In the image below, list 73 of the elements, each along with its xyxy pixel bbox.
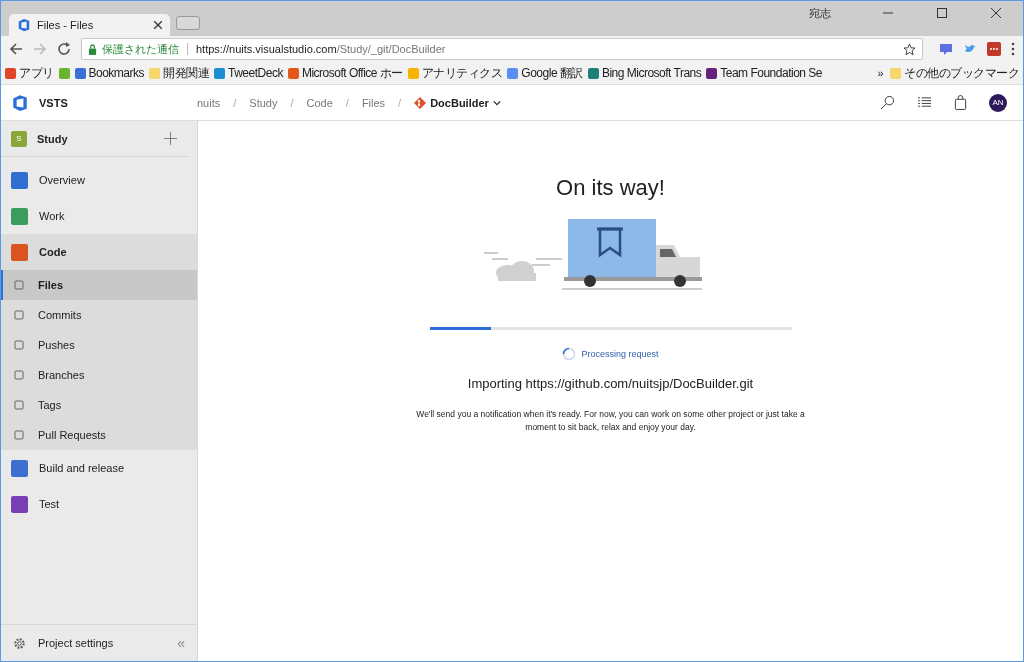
repo-picker[interactable]: DocBuilder bbox=[414, 96, 501, 109]
bookmark[interactable]: 開発関連 bbox=[149, 64, 210, 82]
breadcrumb-separator: / bbox=[398, 96, 402, 109]
other-bookmarks[interactable]: その他のブックマーク bbox=[890, 64, 1019, 82]
bookmark[interactable]: Bookmarks bbox=[74, 66, 145, 80]
nav-item[interactable]: Work bbox=[1, 198, 197, 234]
back-icon[interactable] bbox=[9, 42, 23, 56]
star-icon[interactable] bbox=[903, 42, 916, 56]
close-tab-icon[interactable] bbox=[154, 21, 162, 29]
shopping-bag-icon[interactable] bbox=[954, 95, 967, 110]
add-icon[interactable] bbox=[164, 132, 177, 145]
info-text: We'll send you a notification when it's ready. For now, you can work on some other project or just take a moment to sit back, relax and enjoy your day. bbox=[415, 408, 806, 434]
square-icon bbox=[13, 339, 25, 351]
import-text: Importing https://github.com/nuitsjp/DocBuilder.git bbox=[467, 376, 754, 391]
bookmark[interactable]: Microsoft Office ホー bbox=[287, 64, 403, 82]
security-label: 保護された通信 bbox=[102, 41, 179, 57]
product-name[interactable]: VSTS bbox=[39, 96, 68, 109]
tab-title: Files - Files bbox=[37, 19, 94, 31]
breadcrumb-link[interactable]: Code bbox=[306, 96, 333, 109]
square-icon bbox=[13, 309, 25, 321]
chat-extension-icon[interactable] bbox=[939, 42, 953, 56]
lock-icon bbox=[88, 43, 97, 55]
dots-extension-icon[interactable] bbox=[987, 42, 1001, 56]
project-badge: S bbox=[11, 130, 27, 147]
breadcrumb-separator: / bbox=[345, 96, 349, 109]
breadcrumb-link[interactable]: Files bbox=[361, 96, 386, 109]
breadcrumb-link[interactable]: nuits bbox=[197, 96, 221, 109]
bookmark[interactable]: TweetDeck bbox=[214, 66, 283, 80]
nav-item[interactable]: Test bbox=[1, 486, 197, 522]
breadcrumb-link[interactable]: Study bbox=[249, 96, 278, 109]
browser-tab[interactable]: Files - Files bbox=[9, 14, 170, 36]
git-icon bbox=[414, 96, 427, 109]
url-text: https://nuits.visualstudio.com/Study/_git/DocBuilder bbox=[196, 43, 446, 55]
nav-subitem[interactable]: Pull Requests bbox=[1, 420, 197, 450]
square-icon bbox=[13, 279, 25, 291]
nav-item[interactable]: Code bbox=[1, 234, 197, 270]
nav-item[interactable]: Build and release bbox=[1, 450, 197, 486]
bookmark[interactable]: アプリ bbox=[5, 64, 54, 82]
bookmark[interactable]: Bing Microsoft Trans bbox=[587, 66, 702, 80]
nav-subitem[interactable]: Commits bbox=[1, 300, 197, 330]
more-bookmarks-button[interactable]: » bbox=[877, 67, 883, 79]
nav-subitem[interactable]: Pushes bbox=[1, 330, 197, 360]
nav-subitem[interactable]: Branches bbox=[1, 360, 197, 390]
user-avatar[interactable]: AN bbox=[989, 93, 1007, 112]
folder-icon bbox=[890, 67, 901, 79]
reload-icon[interactable] bbox=[57, 42, 71, 56]
maximize-icon[interactable] bbox=[937, 8, 947, 18]
bookmark[interactable]: Team Foundation Se bbox=[706, 66, 822, 80]
page-title: On its way! bbox=[556, 175, 665, 201]
profile-name[interactable]: 宛志 bbox=[809, 6, 831, 21]
settings-icon[interactable] bbox=[13, 636, 26, 650]
project-name[interactable]: Study bbox=[37, 132, 68, 145]
vsts-logo-icon bbox=[11, 93, 29, 112]
list-icon[interactable] bbox=[917, 96, 932, 109]
nav-item[interactable]: Overview bbox=[1, 162, 197, 198]
spinner-icon bbox=[562, 347, 577, 361]
vsts-logo-icon bbox=[17, 18, 31, 32]
search-icon[interactable] bbox=[880, 95, 895, 110]
square-icon bbox=[13, 369, 25, 381]
breadcrumb-separator: / bbox=[233, 96, 237, 109]
bookmark[interactable]: アナリティクス bbox=[407, 64, 503, 82]
square-icon bbox=[13, 399, 25, 411]
close-icon[interactable] bbox=[991, 8, 1001, 18]
project-settings-link[interactable]: Project settings bbox=[38, 637, 114, 649]
menu-icon[interactable] bbox=[1011, 42, 1015, 56]
square-icon bbox=[13, 429, 25, 441]
status-text: Processing request bbox=[581, 349, 659, 359]
nav-subitem[interactable]: Tags bbox=[1, 390, 197, 420]
nav-subitem[interactable]: Files bbox=[1, 270, 197, 300]
breadcrumb-separator: / bbox=[290, 96, 294, 109]
address-bar[interactable]: 保護された通信 https://nuits.visualstudio.com/Study/_git/DocBuilder bbox=[81, 38, 923, 60]
chevron-down-icon bbox=[492, 99, 501, 106]
bookmark[interactable]: Google 翻訳 bbox=[507, 64, 583, 82]
